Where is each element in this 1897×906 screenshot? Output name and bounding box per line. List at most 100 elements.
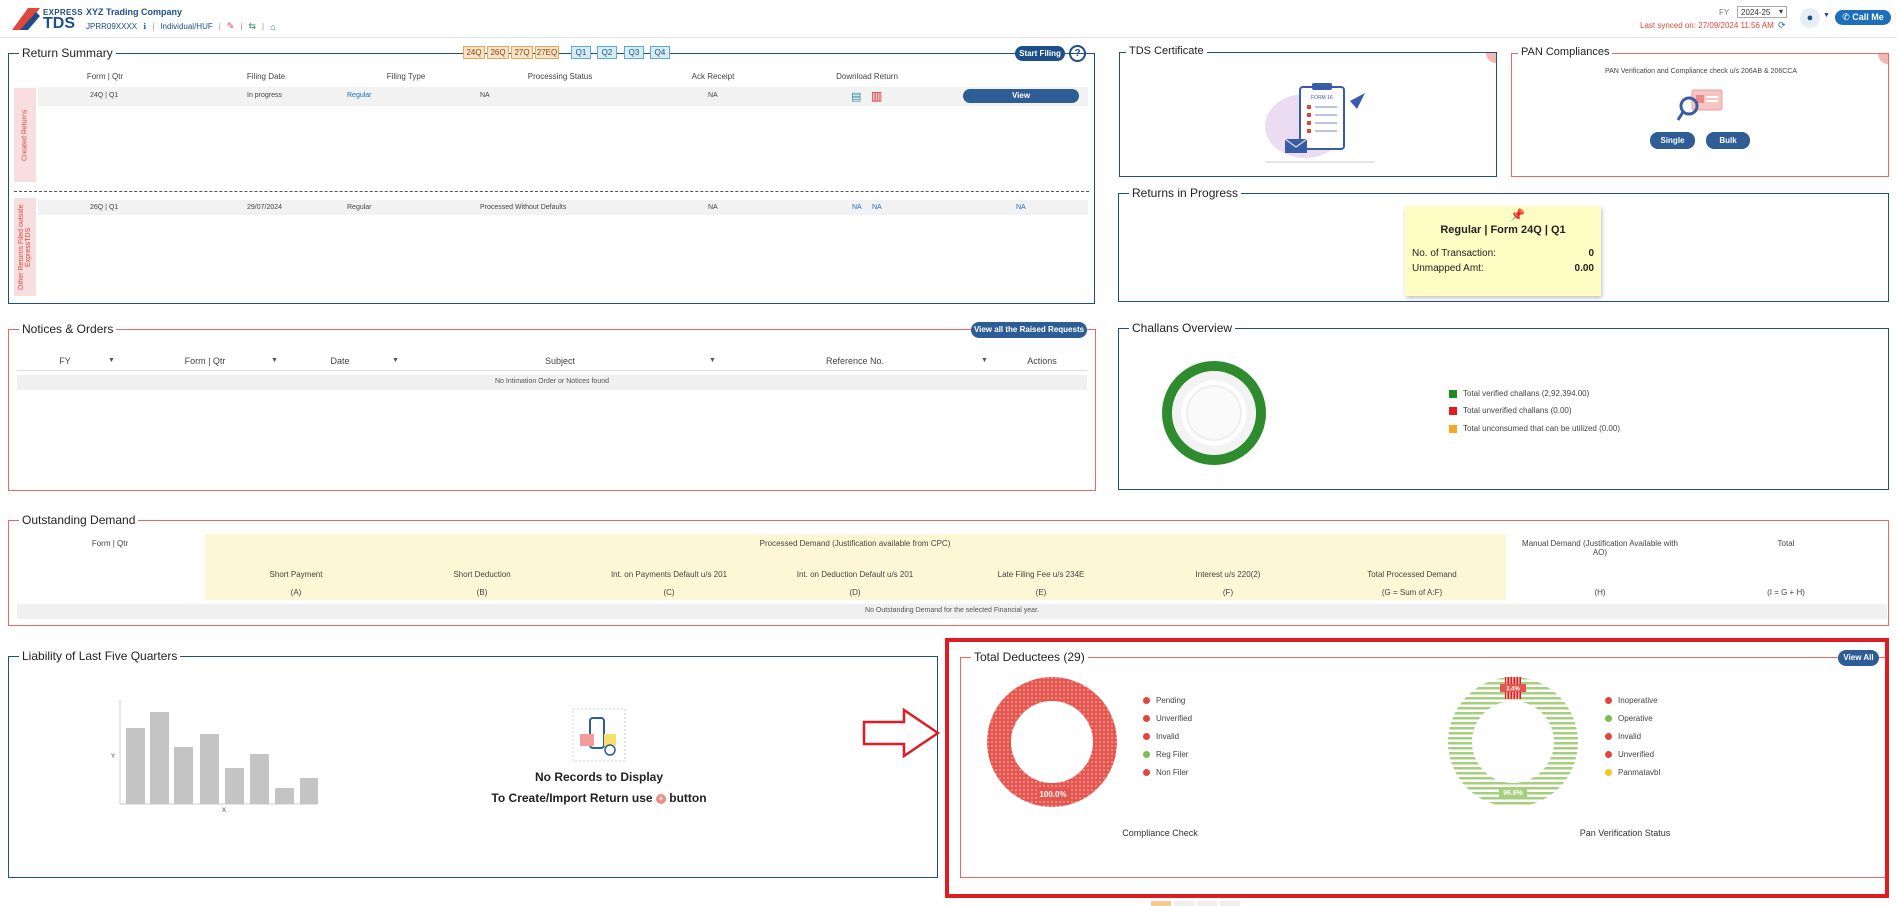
legend-verified: Total verified challans (2,92,394.00): [1449, 389, 1589, 398]
form-tag-26q[interactable]: 26Q: [487, 46, 509, 59]
form-16-illustration-icon[interactable]: FORM 16: [1255, 81, 1385, 171]
bottom-tab[interactable]: [1174, 901, 1194, 906]
filter-icon[interactable]: ▼: [981, 357, 988, 364]
call-me-button[interactable]: ✆ Call Me: [1835, 10, 1891, 25]
transfer-icon[interactable]: ⇆: [248, 21, 256, 32]
filter-icon[interactable]: ▼: [271, 357, 278, 364]
fy-label: FY: [1719, 8, 1730, 17]
col-int-payments-code: (C): [663, 588, 675, 597]
view-button[interactable]: View: [963, 89, 1079, 103]
unmapped-value: 0.00: [1574, 263, 1594, 274]
pan-compliances-panel: PAN Compliances PAN Verification and Com…: [1511, 46, 1889, 177]
fy-select[interactable]: 2024-25 ▾: [1737, 6, 1787, 18]
col-form-qtr: Form | Qtr: [184, 356, 226, 366]
returns-in-progress-title: Returns in Progress: [1129, 186, 1242, 200]
col-subject: Subject: [544, 356, 576, 366]
legend-label: Total unconsumed that can be utilized (0…: [1463, 424, 1620, 433]
legend-label: Total unverified challans (0.00): [1463, 406, 1572, 415]
form-tag-27eq[interactable]: 27EQ: [535, 46, 559, 59]
col-int-deduction-code: (D): [849, 588, 861, 597]
no-records-illustration-icon: [572, 708, 626, 762]
legend-swatch: [1449, 424, 1457, 433]
col-ack-receipt: Ack Receipt: [691, 72, 735, 81]
filter-icon[interactable]: ▼: [108, 357, 115, 364]
row-filing-type: Regular: [347, 204, 372, 211]
col-download-return: Download Return: [836, 72, 898, 81]
pan-compliances-title: PAN Compliances: [1518, 46, 1613, 58]
col-short-payment: Short Payment: [269, 570, 323, 579]
row-status: Processed Without Defaults: [480, 204, 567, 211]
download-link-3[interactable]: NA: [1016, 204, 1026, 211]
download-link-1[interactable]: NA: [852, 204, 862, 211]
col-filing-date: Filing Date: [246, 72, 286, 81]
pan-compliances-description: PAN Verification and Compliance check u/…: [1604, 68, 1798, 75]
chevron-down-icon[interactable]: ▼: [1823, 12, 1830, 19]
bank-icon[interactable]: ⌂: [270, 22, 275, 32]
row-filing-type: Regular: [347, 92, 372, 99]
row-filing-date: 29/07/2024: [247, 204, 283, 211]
challans-donut-chart[interactable]: [1154, 353, 1274, 473]
quarter-tag-q2[interactable]: Q2: [597, 46, 617, 59]
bulk-button[interactable]: Bulk: [1706, 132, 1750, 149]
download-pdf-icon[interactable]: ▥: [871, 89, 882, 103]
create-plus-icon[interactable]: +: [655, 793, 666, 804]
sync-icon[interactable]: ⟳: [1778, 20, 1786, 31]
col-total-processed: Total Processed Demand: [1367, 570, 1457, 579]
processed-demand-header: Processed Demand (Justification availabl…: [759, 539, 951, 548]
quarter-tag-q3[interactable]: Q3: [624, 46, 644, 59]
bottom-tab[interactable]: [1197, 901, 1217, 906]
highlight-callout-frame: [945, 638, 1889, 898]
create-import-prefix: To Create/Import Return use: [491, 791, 653, 805]
no-records-text: No Records to Display: [534, 770, 664, 784]
filter-icon[interactable]: ▼: [709, 357, 716, 364]
col-short-deduction: Short Deduction: [453, 570, 511, 579]
outstanding-demand-title: Outstanding Demand: [19, 513, 139, 527]
col-int-deduction: Int. on Deduction Default u/s 201: [796, 570, 914, 579]
quarter-tag-q4[interactable]: Q4: [650, 46, 670, 59]
express-tds-logo[interactable]: EXPRESS TDS: [10, 6, 83, 32]
form-16-label: FORM 16: [1311, 95, 1333, 101]
divider: |: [261, 22, 265, 31]
edit-icon[interactable]: ✎: [227, 21, 235, 32]
transactions-value: 0: [1588, 248, 1594, 259]
bottom-tab[interactable]: [1151, 901, 1171, 906]
start-filing-button[interactable]: Start Filing: [1015, 46, 1065, 61]
single-button[interactable]: Single: [1650, 132, 1695, 149]
user-avatar-icon[interactable]: ●: [1800, 8, 1820, 28]
return-progress-card[interactable]: Regular | Form 24Q | Q1 No. of Transacti…: [1405, 206, 1601, 296]
notices-orders-panel: Notices & Orders: [8, 322, 1096, 491]
filter-icon[interactable]: ▼: [392, 357, 399, 364]
legend-label: Total verified challans (2,92,394.00): [1463, 389, 1590, 398]
company-name[interactable]: XYZ Trading Company: [86, 7, 182, 17]
entity-type: Individual/HUF: [160, 22, 213, 31]
view-raised-requests-button[interactable]: View all the Raised Requests: [971, 322, 1087, 338]
tds-certificate-title: TDS Certificate: [1126, 45, 1207, 57]
download-link-2[interactable]: NA: [872, 204, 882, 211]
col-filing-type: Filing Type: [386, 72, 426, 81]
quarter-tag-q1[interactable]: Q1: [571, 46, 591, 59]
col-total-processed-code: (G = Sum of A:F): [1381, 588, 1443, 597]
row-form-qtr: 26Q | Q1: [90, 204, 119, 211]
total-header: Total: [1777, 539, 1795, 548]
download-excel-icon[interactable]: ▤: [851, 90, 861, 103]
arrow-right-icon: [862, 708, 941, 758]
divider: |: [240, 22, 243, 31]
transactions-row: No. of Transaction: 0: [1412, 248, 1594, 259]
unmapped-row: Unmapped Amt: 0.00: [1412, 263, 1594, 274]
info-icon[interactable]: ℹ: [143, 22, 146, 31]
challans-overview-title: Challans Overview: [1129, 321, 1236, 335]
col-interest-220-code: (F): [1222, 588, 1234, 597]
bottom-tab[interactable]: [1220, 901, 1240, 906]
row-ack: NA: [708, 92, 718, 99]
notices-orders-title: Notices & Orders: [19, 322, 117, 336]
form-tag-27q[interactable]: 27Q: [511, 46, 533, 59]
col-interest-220: Interest u/s 220(2): [1195, 570, 1261, 579]
liability-placeholder-chart: [119, 700, 318, 805]
divider: |: [152, 22, 155, 31]
help-icon[interactable]: ?: [1069, 45, 1086, 62]
legend-unconsumed: Total unconsumed that can be utilized (0…: [1449, 424, 1620, 433]
panel-corner: [1878, 54, 1888, 64]
manual-demand-header: Manual Demand (Justification Available w…: [1522, 539, 1678, 557]
header-underline: [17, 370, 1087, 371]
form-tag-24q[interactable]: 24Q: [463, 46, 485, 59]
